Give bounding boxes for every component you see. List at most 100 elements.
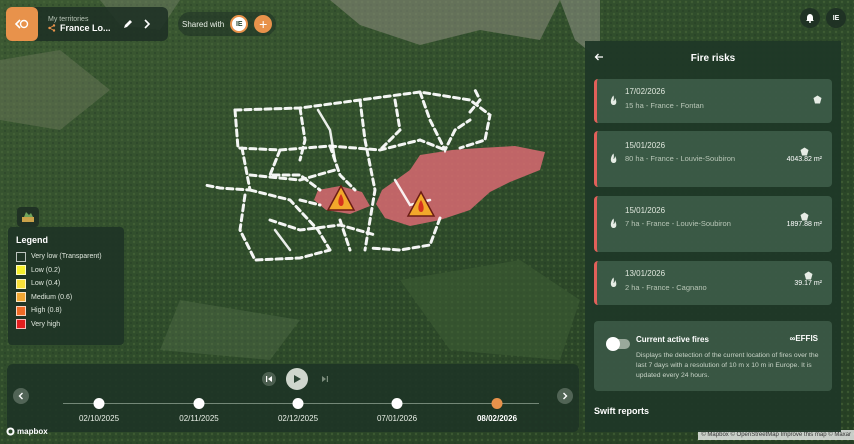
play-button[interactable] bbox=[286, 368, 308, 390]
fire-date: 17/02/2026 bbox=[625, 87, 666, 96]
fire-risks-panel: Fire risks 17/02/2026 15 ha - France - F… bbox=[585, 41, 841, 432]
legend-item-label: Medium (0.6) bbox=[31, 293, 73, 301]
top-right-controls: IE bbox=[800, 8, 846, 28]
fire-date: 13/01/2026 bbox=[625, 269, 666, 278]
panel-title: Fire risks bbox=[690, 52, 736, 64]
fire-date: 15/01/2026 bbox=[625, 206, 666, 215]
polygon-icon bbox=[800, 147, 809, 156]
fire-card[interactable]: 17/02/2026 15 ha - France - Fontan bbox=[594, 79, 832, 123]
play-icon bbox=[294, 375, 301, 383]
chevron-right-icon[interactable] bbox=[143, 19, 151, 29]
flame-icon bbox=[610, 95, 617, 105]
shared-with-label: Shared with bbox=[182, 19, 225, 29]
legend-item: Very low (Transparent) bbox=[16, 250, 116, 264]
fire-card[interactable]: 15/01/2026 7 ha - France - Louvie-Soubir… bbox=[594, 196, 832, 252]
flame-icon bbox=[610, 218, 617, 228]
territory-info[interactable]: My territories France Lo... bbox=[48, 16, 111, 33]
legend-swatch bbox=[16, 319, 26, 330]
mapbox-text: mapbox bbox=[17, 427, 48, 436]
legend-title: Legend bbox=[16, 235, 49, 245]
skip-back-button[interactable] bbox=[262, 372, 276, 386]
fire-description: 80 ha - France - Louvie-Soubiron bbox=[625, 154, 736, 163]
legend-item-label: Low (0.2) bbox=[31, 266, 61, 274]
fire-date: 15/01/2026 bbox=[625, 141, 666, 150]
active-fires-title: Current active fires bbox=[636, 335, 709, 344]
legend-swatch bbox=[16, 292, 26, 303]
fire-area: 39.17 m² bbox=[794, 271, 822, 287]
timeline-dot[interactable] bbox=[292, 398, 304, 409]
timeline-date-active[interactable]: 08/02/2026 bbox=[477, 414, 517, 423]
legend-item: Low (0.2) bbox=[16, 264, 116, 278]
fire-area bbox=[813, 95, 822, 104]
layers-icon bbox=[22, 212, 34, 222]
active-fires-description: Displays the detection of the current lo… bbox=[636, 352, 819, 379]
timeline-date[interactable]: 02/11/2025 bbox=[179, 414, 218, 423]
share-icon bbox=[48, 23, 56, 32]
toggle-knob bbox=[606, 337, 620, 351]
timeline-next-button[interactable] bbox=[557, 388, 573, 404]
timeline-date[interactable]: 02/12/2025 bbox=[278, 414, 318, 423]
polygon-icon bbox=[813, 95, 822, 104]
legend-swatch bbox=[16, 251, 26, 262]
swift-reports-heading: Swift reports bbox=[594, 406, 650, 416]
polygon-icon bbox=[800, 212, 809, 221]
mapbox-logo: mapbox bbox=[6, 427, 48, 436]
fire-area: 1897.88 m² bbox=[787, 212, 822, 228]
timeline-dot[interactable] bbox=[193, 398, 205, 409]
mapbox-icon bbox=[6, 427, 15, 436]
home-arrow-icon bbox=[14, 19, 29, 29]
active-fires-card: Current active fires ∞EFFIS Displays the… bbox=[594, 321, 832, 391]
territory-name: France Lo... bbox=[60, 22, 111, 33]
legend-item-label: Low (0.4) bbox=[31, 280, 61, 288]
fire-card[interactable]: 15/01/2026 80 ha - France - Louvie-Soubi… bbox=[594, 131, 832, 187]
shared-avatar[interactable]: IE bbox=[230, 15, 249, 33]
pencil-icon[interactable] bbox=[123, 19, 133, 29]
legend-item: Very high bbox=[16, 318, 116, 332]
legend-panel: Legend Very low (Transparent) Low (0.2) … bbox=[8, 227, 124, 345]
legend-toggle[interactable] bbox=[17, 207, 39, 227]
skip-forward-button[interactable] bbox=[318, 372, 332, 386]
effis-label: EFFIS bbox=[795, 334, 818, 343]
legend-swatch bbox=[16, 265, 26, 276]
effis-link[interactable]: ∞EFFIS bbox=[790, 334, 818, 343]
legend-item: Low (0.4) bbox=[16, 277, 116, 291]
legend-item-label: Very high bbox=[31, 320, 61, 328]
chevron-right-icon bbox=[563, 392, 568, 400]
flame-icon bbox=[610, 277, 617, 287]
panel-header: Fire risks bbox=[585, 41, 841, 75]
polygon-icon bbox=[804, 271, 813, 280]
shared-with: Shared with IE + bbox=[178, 12, 277, 36]
timeline-dot[interactable] bbox=[391, 398, 403, 409]
add-share-button[interactable]: + bbox=[254, 15, 273, 33]
timeline-prev-button[interactable] bbox=[13, 388, 29, 404]
timeline-date[interactable]: 07/01/2026 bbox=[377, 414, 417, 423]
fire-area: 4043.82 m² bbox=[787, 147, 822, 163]
timeline-dot[interactable] bbox=[93, 398, 105, 409]
timeline-date[interactable]: 02/10/2025 bbox=[79, 414, 119, 423]
legend-item: High (0.8) bbox=[16, 304, 116, 318]
arrow-left-icon[interactable] bbox=[594, 52, 604, 62]
flame-icon bbox=[610, 153, 617, 163]
timeline-dot-active[interactable] bbox=[491, 398, 503, 409]
fire-description: 15 ha - France - Fontan bbox=[625, 101, 704, 110]
territory-selector: My territories France Lo... bbox=[6, 7, 168, 41]
chevron-left-icon bbox=[18, 392, 23, 400]
legend-swatch bbox=[16, 278, 26, 289]
fire-description: 2 ha - France - Cagnano bbox=[625, 283, 707, 292]
fire-card[interactable]: 13/01/2026 2 ha - France - Cagnano 39.17… bbox=[594, 261, 832, 305]
bell-icon bbox=[806, 14, 814, 23]
fire-description: 7 ha - France - Louvie-Soubiron bbox=[625, 219, 731, 228]
timeline: 02/10/2025 02/11/2025 02/12/2025 07/01/2… bbox=[7, 364, 579, 432]
legend-item: Medium (0.6) bbox=[16, 291, 116, 305]
legend-item-label: Very low (Transparent) bbox=[31, 253, 102, 261]
skip-back-icon bbox=[266, 376, 272, 382]
timeline-controls bbox=[262, 368, 332, 390]
back-button[interactable] bbox=[6, 7, 38, 41]
active-fires-toggle[interactable] bbox=[606, 337, 630, 351]
user-avatar[interactable]: IE bbox=[826, 8, 846, 28]
territory-label: My territories bbox=[48, 15, 89, 23]
notifications-button[interactable] bbox=[800, 8, 820, 28]
skip-forward-icon bbox=[322, 376, 328, 382]
legend-swatch bbox=[16, 305, 26, 316]
legend-item-label: High (0.8) bbox=[31, 307, 62, 315]
